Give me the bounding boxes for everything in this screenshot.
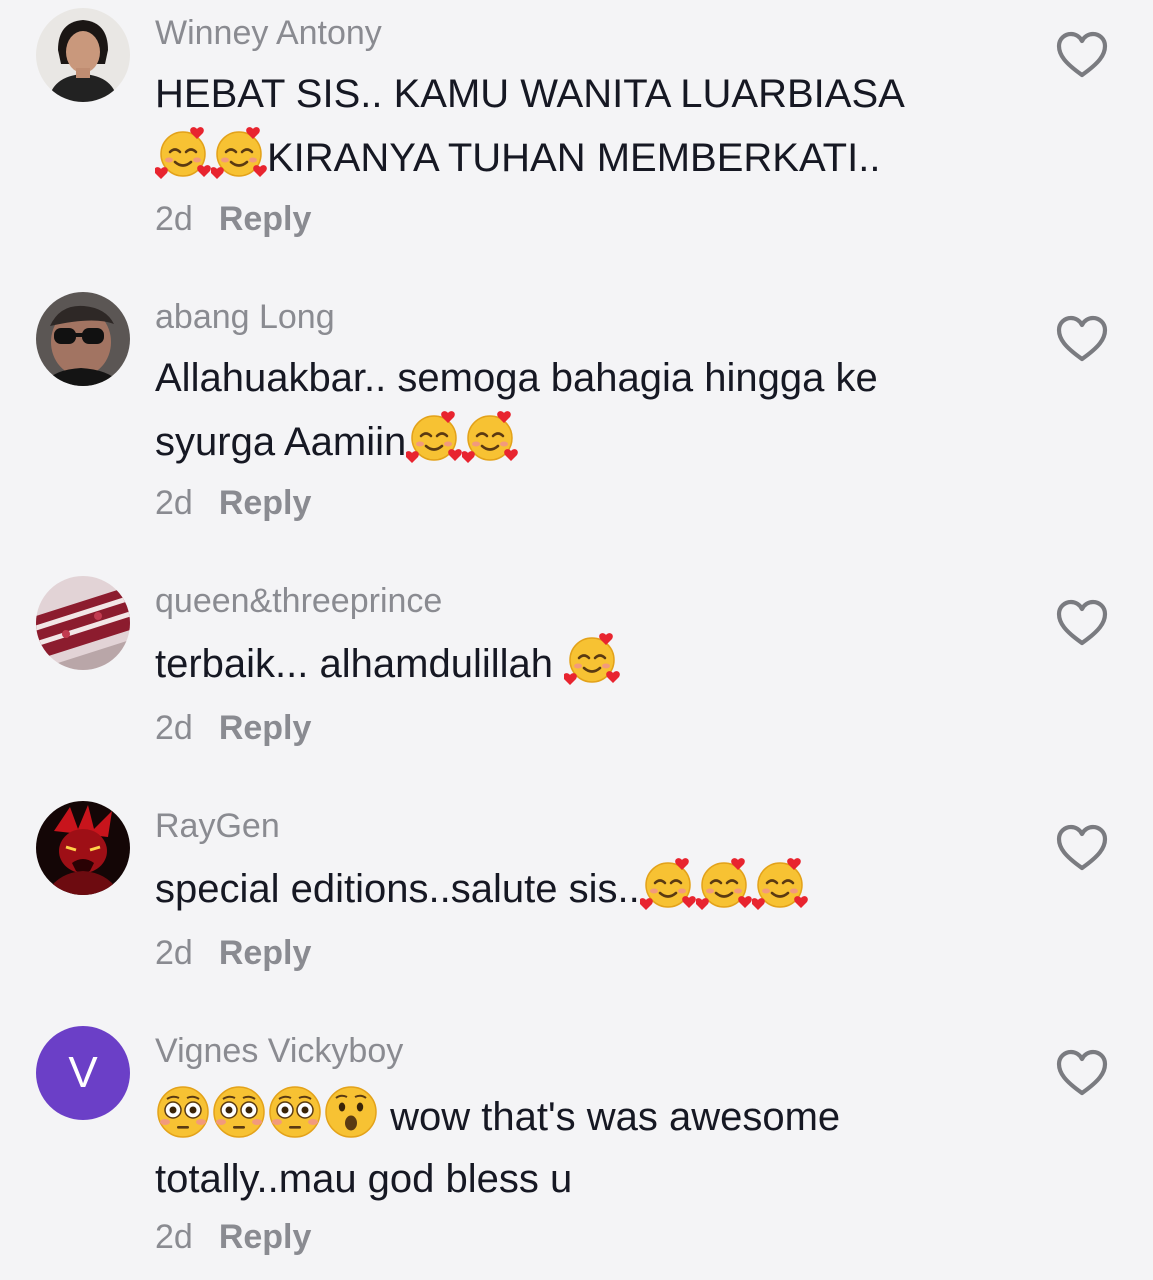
comment-text-line: syurga Aamiin	[155, 409, 985, 473]
avatar-photo	[36, 8, 130, 102]
reply-button[interactable]: Reply	[219, 709, 312, 747]
comment-timestamp: 2d	[155, 200, 193, 238]
smiling-face-with-hearts-icon	[462, 409, 518, 465]
smiling-face-with-hearts-icon	[211, 125, 267, 181]
avatar-photo	[36, 292, 130, 386]
comment-timestamp: 2d	[155, 484, 193, 522]
smiling-face-with-hearts-icon	[564, 631, 620, 687]
flushed-face-icon	[267, 1084, 323, 1140]
avatar-photo	[36, 801, 130, 895]
smiling-face-with-hearts-icon	[696, 856, 752, 912]
comment-text-segment: special editions..salute sis..	[155, 867, 640, 911]
avatar-photo	[36, 576, 130, 670]
comment-text: HEBAT SIS.. KAMU WANITA LUARBIASA KIRANY…	[155, 63, 985, 189]
comment-username[interactable]: Winney Antony	[155, 13, 382, 53]
comment-text: terbaik... alhamdulillah	[155, 631, 985, 695]
reply-button[interactable]: Reply	[219, 1218, 312, 1256]
avatar[interactable]	[36, 576, 130, 670]
comment-username[interactable]: Vignes Vickyboy	[155, 1031, 403, 1071]
reply-button[interactable]: Reply	[219, 200, 312, 238]
comment-text-line: wow that's was awesome	[155, 1084, 985, 1148]
hushed-face-icon	[323, 1084, 379, 1140]
heart-outline-icon[interactable]	[1055, 30, 1109, 80]
heart-outline-icon[interactable]	[1055, 823, 1109, 873]
comment-text-segment: wow that's was awesome	[379, 1095, 841, 1139]
smiling-face-with-hearts-icon	[640, 856, 696, 912]
smiling-face-with-hearts-icon	[406, 409, 462, 465]
heart-outline-icon[interactable]	[1055, 1048, 1109, 1098]
comment-meta: 2d Reply	[155, 199, 311, 239]
comment-username[interactable]: queen&threeprince	[155, 581, 442, 621]
reply-button[interactable]: Reply	[219, 934, 312, 972]
smiling-face-with-hearts-icon	[155, 125, 211, 181]
reply-button[interactable]: Reply	[219, 484, 312, 522]
comment-text-segment: terbaik... alhamdulillah	[155, 642, 565, 686]
comment-text-line: HEBAT SIS.. KAMU WANITA LUARBIASA	[155, 72, 905, 116]
comment-timestamp: 2d	[155, 709, 193, 747]
comment-text: Allahuakbar.. semoga bahagia hingga ke s…	[155, 347, 985, 473]
avatar-letter: V	[68, 1048, 98, 1097]
heart-outline-icon[interactable]	[1055, 314, 1109, 364]
comment-meta: 2d Reply	[155, 708, 311, 748]
comment-text: wow that's was awesome totally..mau god …	[155, 1084, 985, 1210]
comment-text: special editions..salute sis..	[155, 856, 985, 920]
comment-username[interactable]: RayGen	[155, 806, 280, 846]
avatar[interactable]	[36, 292, 130, 386]
comment-timestamp: 2d	[155, 934, 193, 972]
comment-text-segment: KIRANYA TUHAN MEMBERKATI..	[267, 136, 881, 180]
smiling-face-with-hearts-icon	[752, 856, 808, 912]
comment-meta: 2d Reply	[155, 1217, 311, 1257]
comment-text-line: special editions..salute sis..	[155, 856, 985, 920]
comment-username[interactable]: abang Long	[155, 297, 335, 337]
comment-text-line: Allahuakbar.. semoga bahagia hingga ke	[155, 356, 878, 400]
heart-outline-icon[interactable]	[1055, 598, 1109, 648]
avatar[interactable]	[36, 801, 130, 895]
flushed-face-icon	[211, 1084, 267, 1140]
comment-timestamp: 2d	[155, 1218, 193, 1256]
comment-meta: 2d Reply	[155, 483, 311, 523]
avatar[interactable]	[36, 8, 130, 102]
comment-text-line: totally..mau god bless u	[155, 1157, 573, 1201]
comment-list: Winney Antony HEBAT SIS.. KAMU WANITA LU…	[0, 0, 1153, 1280]
comment-text-segment: syurga Aamiin	[155, 420, 407, 464]
flushed-face-icon	[155, 1084, 211, 1140]
comment-text-line: KIRANYA TUHAN MEMBERKATI..	[155, 125, 985, 189]
comment-text-line: terbaik... alhamdulillah	[155, 631, 985, 695]
avatar[interactable]: V	[36, 1026, 130, 1120]
comment-meta: 2d Reply	[155, 933, 311, 973]
